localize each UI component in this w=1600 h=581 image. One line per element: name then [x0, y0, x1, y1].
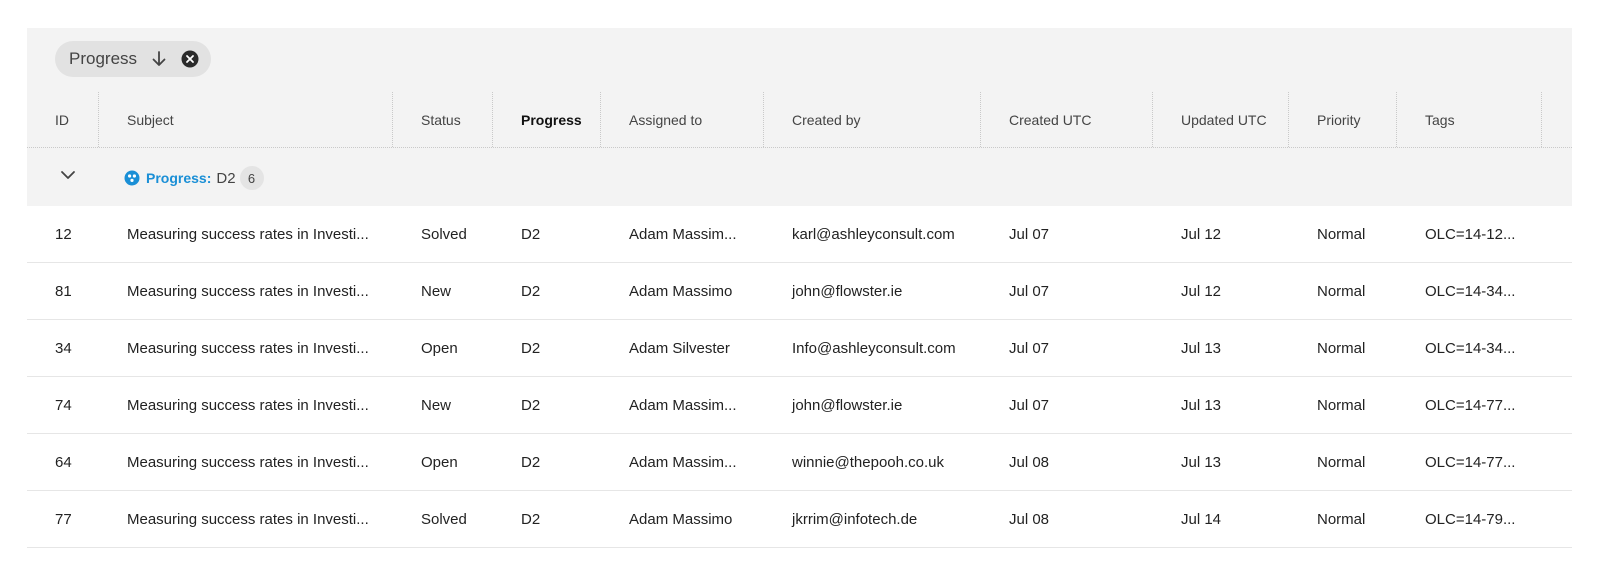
column-header-created-by[interactable]: Created by — [764, 92, 981, 147]
cell-updated-utc: Jul 13 — [1181, 339, 1222, 357]
cell-tags: OLC=14-79... — [1425, 510, 1516, 528]
cell-updated-utc: Jul 13 — [1181, 453, 1222, 471]
table-row[interactable]: 34 Measuring success rates in Investi... O… — [27, 320, 1572, 377]
cell-created-by: karl@ashleyconsult.com — [792, 225, 955, 243]
cell-assigned-to: Adam Massim... — [629, 225, 737, 243]
cell-subject: Measuring success rates in Investi... — [127, 453, 369, 471]
cell-assigned-to: Adam Massim... — [629, 396, 737, 414]
cell-progress: D2 — [521, 282, 541, 300]
sort-chip-progress[interactable]: Progress — [55, 41, 212, 77]
cell-priority: Normal — [1317, 339, 1366, 357]
cell-tags: OLC=14-77... — [1425, 396, 1516, 414]
table-row[interactable]: 74 Measuring success rates in Investi... N… — [27, 377, 1572, 434]
cell-updated-utc: Jul 13 — [1181, 396, 1222, 414]
chevron-down-icon[interactable] — [60, 168, 76, 186]
cell-id: 74 — [55, 396, 72, 414]
cell-status: Solved — [421, 225, 467, 243]
close-circle-icon[interactable] — [181, 50, 199, 68]
cell-id: 12 — [55, 225, 72, 243]
table-row[interactable]: 64 Measuring success rates in Investi... O… — [27, 434, 1572, 491]
cell-created-by: Info@ashleyconsult.com — [792, 339, 956, 357]
table-body: 12 Measuring success rates in Investi... S… — [27, 206, 1572, 548]
cell-status: Open — [421, 339, 458, 357]
cell-assigned-to: Adam Massim... — [629, 453, 737, 471]
cell-created-utc: Jul 08 — [1009, 453, 1050, 471]
column-header-status[interactable]: Status — [393, 92, 493, 147]
table-row[interactable]: 81 Measuring success rates in Investi... N… — [27, 263, 1572, 320]
cell-subject: Measuring success rates in Investi... — [127, 282, 369, 300]
table-row[interactable]: 77 Measuring success rates in Investi... S… — [27, 491, 1572, 548]
cell-priority: Normal — [1317, 396, 1366, 414]
cell-subject: Measuring success rates in Investi... — [127, 510, 369, 528]
column-header-subject[interactable]: Subject — [99, 92, 393, 147]
cell-id: 77 — [55, 510, 72, 528]
arrow-down-icon[interactable] — [151, 50, 167, 68]
cell-status: New — [421, 282, 452, 300]
column-header-created-utc[interactable]: Created UTC — [981, 92, 1153, 147]
cell-priority: Normal — [1317, 225, 1366, 243]
cell-progress: D2 — [521, 396, 541, 414]
column-header-updated-utc[interactable]: Updated UTC — [1153, 92, 1289, 147]
cell-created-utc: Jul 07 — [1009, 339, 1050, 357]
cell-status: Open — [421, 453, 458, 471]
group-icon — [124, 170, 140, 186]
group-count-badge: 6 — [239, 166, 264, 190]
cell-updated-utc: Jul 12 — [1181, 282, 1222, 300]
group-row-progress: Progress: D2 6 — [27, 148, 1572, 206]
cell-subject: Measuring success rates in Investi... — [127, 339, 369, 357]
cell-subject: Measuring success rates in Investi... — [127, 396, 369, 414]
cell-assigned-to: Adam Silvester — [629, 339, 730, 357]
cell-updated-utc: Jul 14 — [1181, 510, 1222, 528]
cell-tags: OLC=14-77... — [1425, 453, 1516, 471]
cell-created-utc: Jul 07 — [1009, 396, 1050, 414]
table-row[interactable]: 12 Measuring success rates in Investi... S… — [27, 206, 1572, 263]
cell-tags: OLC=14-34... — [1425, 339, 1516, 357]
column-header-assigned-to[interactable]: Assigned to — [601, 92, 764, 147]
cell-created-utc: Jul 08 — [1009, 510, 1050, 528]
cell-updated-utc: Jul 12 — [1181, 225, 1222, 243]
cell-subject: Measuring success rates in Investi... — [127, 225, 369, 243]
grouping-toolbar: Progress — [27, 28, 1572, 92]
cell-created-utc: Jul 07 — [1009, 225, 1050, 243]
column-header-priority[interactable]: Priority — [1289, 92, 1397, 147]
column-header-tags[interactable]: Tags — [1397, 92, 1542, 147]
cell-progress: D2 — [521, 225, 541, 243]
cell-priority: Normal — [1317, 282, 1366, 300]
cell-tags: OLC=14-12... — [1425, 225, 1516, 243]
group-label: Progress: D2 6 — [124, 166, 264, 190]
cell-priority: Normal — [1317, 510, 1366, 528]
cell-progress: D2 — [521, 453, 541, 471]
cell-assigned-to: Adam Massimo — [629, 282, 733, 300]
cell-progress: D2 — [521, 339, 541, 357]
table-header: ID Subject Status Progress Assigned to C… — [27, 92, 1572, 148]
cell-priority: Normal — [1317, 453, 1366, 471]
column-header-id[interactable]: ID — [27, 92, 99, 147]
cell-status: Solved — [421, 510, 467, 528]
sort-chip-label: Progress — [69, 49, 138, 68]
cell-created-by: john@flowster.ie — [792, 282, 903, 300]
cell-id: 34 — [55, 339, 72, 357]
group-value: D2 — [216, 169, 236, 187]
cell-created-by: jkrrim@infotech.de — [792, 510, 918, 528]
cell-created-utc: Jul 07 — [1009, 282, 1050, 300]
cell-id: 81 — [55, 282, 72, 300]
cell-progress: D2 — [521, 510, 541, 528]
data-grid: Progress ID Subject Status Progress Assi… — [27, 28, 1572, 548]
group-field-name: Progress: — [146, 170, 212, 186]
cell-assigned-to: Adam Massimo — [629, 510, 733, 528]
cell-status: New — [421, 396, 452, 414]
cell-created-by: john@flowster.ie — [792, 396, 903, 414]
column-header-progress[interactable]: Progress — [493, 92, 601, 147]
cell-created-by: winnie@thepooh.co.uk — [792, 453, 944, 471]
cell-id: 64 — [55, 453, 72, 471]
cell-tags: OLC=14-34... — [1425, 282, 1516, 300]
